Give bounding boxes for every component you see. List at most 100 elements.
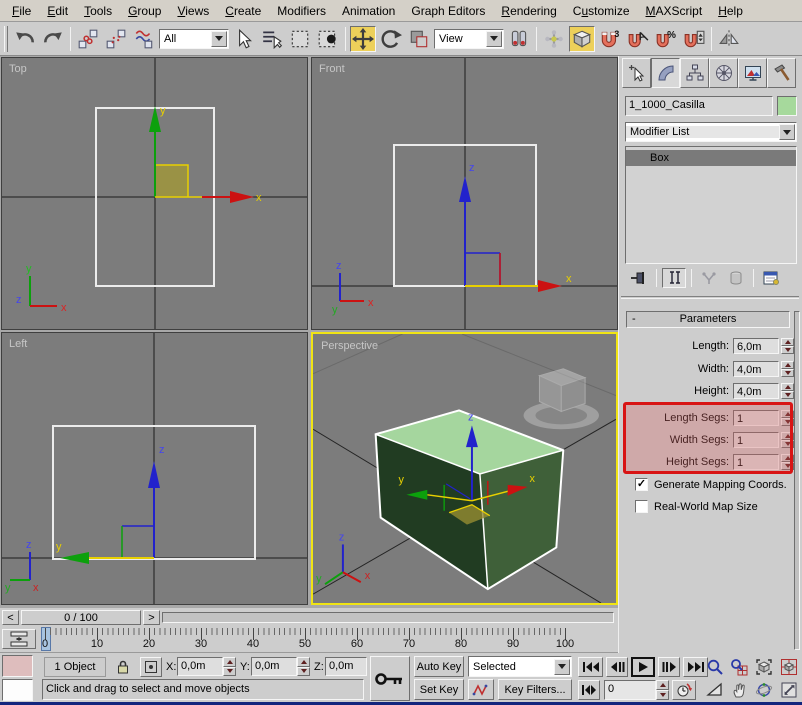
- viewport-left[interactable]: z y z y x Left: [1, 332, 308, 605]
- menu-help[interactable]: Help: [710, 1, 751, 21]
- menu-graph-editors[interactable]: Graph Editors: [403, 1, 493, 21]
- select-by-name-button[interactable]: [259, 26, 285, 52]
- tab-display[interactable]: [738, 58, 767, 88]
- next-frame-button[interactable]: [658, 657, 680, 677]
- x-coord-field[interactable]: 0,0m: [177, 657, 223, 676]
- y-coord-spinner[interactable]: [297, 657, 310, 676]
- select-and-link-button[interactable]: [75, 26, 101, 52]
- object-color-swatch[interactable]: [777, 96, 797, 116]
- key-mode-toggle-button[interactable]: [578, 680, 600, 700]
- height-spinner[interactable]: [781, 383, 794, 399]
- modifier-stack-item-box[interactable]: Box: [626, 150, 796, 166]
- pan-button[interactable]: [728, 679, 750, 700]
- selection-set-dropdown[interactable]: Selected: [468, 656, 572, 677]
- reference-coordinate-dropdown[interactable]: View: [434, 28, 504, 49]
- viewport-top-label[interactable]: Top: [9, 63, 27, 75]
- object-name-field[interactable]: 1_1000_Casilla: [625, 96, 773, 116]
- menu-edit[interactable]: Edit: [39, 1, 76, 21]
- tab-modify[interactable]: [651, 58, 680, 88]
- go-to-start-button[interactable]: [578, 657, 603, 677]
- spinner-snap-button[interactable]: [681, 26, 707, 52]
- height-segs-field[interactable]: 1: [733, 454, 779, 470]
- generate-mapping-coords-checkbox[interactable]: ✓: [635, 478, 648, 491]
- bind-to-space-warp-button[interactable]: [131, 26, 157, 52]
- move-gizmo-x-axis[interactable]: [538, 280, 562, 292]
- panel-scrollbar[interactable]: [794, 311, 800, 650]
- maxscript-mini-listener-white[interactable]: [2, 679, 33, 701]
- dropdown-arrow-icon[interactable]: [486, 30, 502, 47]
- current-frame-field[interactable]: 0: [604, 680, 656, 700]
- select-and-scale-button[interactable]: [406, 26, 432, 52]
- menu-customize[interactable]: Customize: [565, 1, 638, 21]
- maxscript-mini-listener-pink[interactable]: [2, 655, 33, 677]
- viewport-perspective[interactable]: z y x z y x Perspective: [311, 332, 618, 605]
- snap-3d-button[interactable]: 3: [597, 26, 623, 52]
- rollout-collapse-glyph[interactable]: -: [632, 312, 636, 327]
- maximize-viewport-toggle-button[interactable]: [778, 679, 800, 700]
- zoom-extents-all-button[interactable]: [778, 656, 800, 677]
- absolute-mode-toggle[interactable]: [140, 657, 162, 677]
- width-field[interactable]: 4,0m: [733, 361, 779, 377]
- current-frame-spinner[interactable]: [656, 680, 669, 700]
- time-slider-next-button[interactable]: >: [143, 610, 160, 625]
- height-segs-spinner[interactable]: [781, 454, 794, 470]
- menu-group[interactable]: Group: [120, 1, 169, 21]
- redo-button[interactable]: [40, 26, 66, 52]
- zoom-extents-button[interactable]: [753, 656, 775, 677]
- menu-create[interactable]: Create: [217, 1, 269, 21]
- use-pivot-center-button[interactable]: [506, 26, 532, 52]
- auto-key-button[interactable]: Auto Key: [414, 656, 464, 677]
- angle-snap-button[interactable]: [625, 26, 651, 52]
- menu-maxscript[interactable]: MAXScript: [638, 1, 711, 21]
- move-gizmo-y-axis[interactable]: [60, 552, 89, 564]
- set-key-button[interactable]: Set Key: [414, 679, 464, 700]
- zoom-button[interactable]: [704, 656, 726, 677]
- length-field[interactable]: 6,0m: [733, 338, 779, 354]
- menu-file[interactable]: File: [4, 1, 39, 21]
- viewport-perspective-label[interactable]: Perspective: [321, 340, 378, 352]
- play-button[interactable]: [631, 657, 655, 677]
- viewport-front[interactable]: z x z x y Front: [311, 57, 618, 330]
- menu-rendering[interactable]: Rendering: [493, 1, 564, 21]
- make-unique-button[interactable]: [697, 268, 721, 288]
- tab-create[interactable]: [622, 58, 651, 88]
- viewport-left-label[interactable]: Left: [9, 338, 27, 350]
- select-and-rotate-button[interactable]: [378, 26, 404, 52]
- menu-views[interactable]: Views: [169, 1, 217, 21]
- set-keys-button[interactable]: [370, 656, 410, 701]
- select-object-button[interactable]: [231, 26, 257, 52]
- time-slider-track[interactable]: [162, 612, 614, 623]
- selection-filter-dropdown[interactable]: All: [159, 28, 229, 49]
- arc-rotate-button[interactable]: [753, 679, 775, 700]
- time-slider-handle[interactable]: 0 / 100: [21, 610, 141, 625]
- length-segs-spinner[interactable]: [781, 410, 794, 426]
- menu-animation[interactable]: Animation: [334, 1, 403, 21]
- dropdown-arrow-icon[interactable]: [779, 124, 795, 140]
- dropdown-arrow-icon[interactable]: [211, 30, 227, 47]
- previous-frame-button[interactable]: [606, 657, 628, 677]
- width-segs-spinner[interactable]: [781, 432, 794, 448]
- width-segs-field[interactable]: 1: [733, 432, 779, 448]
- field-of-view-button[interactable]: [704, 679, 726, 700]
- viewport-front-label[interactable]: Front: [319, 63, 345, 75]
- viewport-top[interactable]: y x y x z Top: [1, 57, 308, 330]
- time-slider-prev-button[interactable]: <: [2, 610, 19, 625]
- undo-button[interactable]: [12, 26, 38, 52]
- length-spinner[interactable]: [781, 338, 794, 354]
- z-coord-field[interactable]: 0,0m: [325, 657, 367, 676]
- modifier-stack[interactable]: Box: [625, 146, 797, 264]
- key-filters-button[interactable]: Key Filters...: [498, 679, 572, 700]
- tab-utilities[interactable]: [767, 58, 796, 88]
- mirror-button[interactable]: [716, 26, 742, 52]
- window-crossing-toggle-button[interactable]: [315, 26, 341, 52]
- move-gizmo-plane-handle[interactable]: [155, 165, 188, 197]
- x-coord-spinner[interactable]: [223, 657, 236, 676]
- select-and-manipulate-button[interactable]: [541, 26, 567, 52]
- real-world-map-size-checkbox[interactable]: [635, 500, 648, 513]
- dropdown-arrow-icon[interactable]: [554, 658, 570, 675]
- percent-snap-button[interactable]: %: [653, 26, 679, 52]
- width-spinner[interactable]: [781, 361, 794, 377]
- time-configuration-button[interactable]: [672, 680, 696, 700]
- menu-modifiers[interactable]: Modifiers: [269, 1, 334, 21]
- select-and-move-button[interactable]: [350, 25, 376, 52]
